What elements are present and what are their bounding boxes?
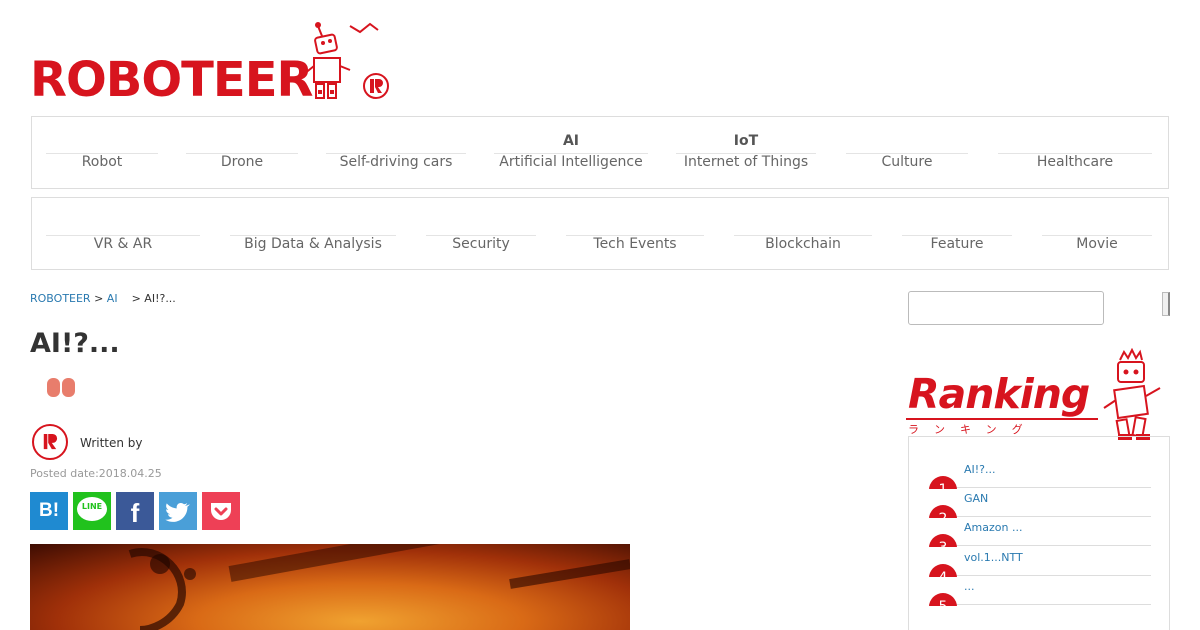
nav-item-culture[interactable]: Culture <box>846 117 968 188</box>
nav-item-robot[interactable]: Robot <box>46 117 158 188</box>
ranking-item[interactable]: 3 Amazon ... <box>929 517 1151 547</box>
nav-label: Robot <box>81 154 123 170</box>
breadcrumb: ROBOTEER > AI > AI!?... <box>30 292 176 305</box>
nav-label: Culture <box>881 154 933 170</box>
nav-item-feature[interactable]: Feature <box>902 198 1012 269</box>
nav-label: Tech Events <box>593 236 677 252</box>
nav-item-vr-ar[interactable]: VR & AR <box>46 198 200 269</box>
ranking-item[interactable]: 2 GAN <box>929 488 1151 518</box>
nav-item-iot[interactable]: IoT Internet of Things <box>676 117 816 188</box>
nav-label: Self-driving cars <box>339 154 453 170</box>
pocket-share-button[interactable] <box>202 492 240 530</box>
facebook-share-button[interactable]: f <box>116 492 154 530</box>
search-button[interactable] <box>1162 292 1170 316</box>
nav-label: Artificial Intelligence <box>499 154 643 170</box>
nav-abbr: AI <box>562 133 580 149</box>
hatena-bookmark-share-button[interactable]: B! <box>30 492 68 530</box>
facebook-icon: f <box>130 498 140 528</box>
posted-date: Posted date:2018.04.25 <box>30 467 162 480</box>
ranking-item-link[interactable]: GAN <box>964 492 988 505</box>
line-icon-label: LINE <box>81 502 103 511</box>
ranking-item[interactable]: 1 AI!?... <box>929 459 1151 489</box>
quote-mark-icon <box>46 378 76 398</box>
nav-label: Feature <box>930 236 984 252</box>
article-title: AI!?... <box>30 328 120 359</box>
written-by-label: Written by <box>80 436 143 450</box>
nav-label: Big Data & Analysis <box>244 236 382 252</box>
nav-item-security[interactable]: Security <box>426 198 536 269</box>
nav-item-ai[interactable]: AI Artificial Intelligence <box>494 117 648 188</box>
brand-mark-icon <box>363 73 389 99</box>
author-avatar[interactable] <box>32 424 68 460</box>
twitter-share-button[interactable] <box>159 492 197 530</box>
nav-item-movie[interactable]: Movie <box>1042 198 1152 269</box>
nav-item-big-data[interactable]: Big Data & Analysis <box>230 198 396 269</box>
nav-label: Blockchain <box>765 236 841 252</box>
nav-label: Security <box>452 236 510 252</box>
twitter-bird-icon <box>165 503 190 522</box>
breadcrumb-category-link[interactable]: AI <box>107 292 118 305</box>
pocket-icon <box>211 503 231 520</box>
primary-category-nav: Robot Drone Self-driving cars AI Artific… <box>31 116 1169 189</box>
ranking-underline <box>906 418 1098 420</box>
breadcrumb-home-link[interactable]: ROBOTEER <box>30 292 91 305</box>
nav-label: Drone <box>220 154 264 170</box>
ranking-item-link[interactable]: vol.1...NTT <box>964 551 1023 564</box>
hatena-icon: B! <box>38 500 60 521</box>
nav-abbr: IoT <box>733 133 759 149</box>
search-input[interactable] <box>908 291 1104 325</box>
breadcrumb-separator: > <box>128 292 145 305</box>
nav-label: Healthcare <box>1036 154 1114 170</box>
article-hero-image <box>30 544 630 630</box>
ranking-header: Ranking ランキング <box>906 348 1170 446</box>
robot-mascot-icon <box>1103 348 1161 440</box>
logo-text: ROBOTEER <box>30 52 313 108</box>
rank-number-badge: 3 <box>929 534 957 547</box>
nav-item-tech-events[interactable]: Tech Events <box>566 198 704 269</box>
ranking-item[interactable]: 5 ... <box>929 576 1151 606</box>
breadcrumb-separator: > <box>90 292 107 305</box>
ranking-title: Ranking <box>908 370 1090 418</box>
secondary-category-nav: VR & AR Big Data & Analysis Security Tec… <box>31 197 1169 270</box>
ranking-item-link[interactable]: Amazon ... <box>964 521 1022 534</box>
nav-label: Movie <box>1076 236 1118 252</box>
nav-item-healthcare[interactable]: Healthcare <box>998 117 1152 188</box>
nav-label: VR & AR <box>93 236 153 252</box>
ranking-item-link[interactable]: AI!?... <box>964 463 996 476</box>
site-logo[interactable]: ROBOTEER <box>30 18 392 108</box>
rank-number-badge: 5 <box>929 593 957 606</box>
ranking-item-link[interactable]: ... <box>964 580 975 593</box>
ranking-list: 1 AI!?... 2 GAN 3 Amazon ... 4 vol.1...N… <box>908 436 1170 630</box>
nav-item-drone[interactable]: Drone <box>186 117 298 188</box>
ranking-kana: ランキング <box>908 423 1038 436</box>
nav-item-self-driving-cars[interactable]: Self-driving cars <box>326 117 466 188</box>
ranking-item[interactable]: 4 vol.1...NTT <box>929 547 1151 577</box>
nav-label: Internet of Things <box>683 154 809 170</box>
nav-item-blockchain[interactable]: Blockchain <box>734 198 872 269</box>
line-share-button[interactable]: LINE <box>73 492 111 530</box>
breadcrumb-current: AI!?... <box>144 292 176 305</box>
